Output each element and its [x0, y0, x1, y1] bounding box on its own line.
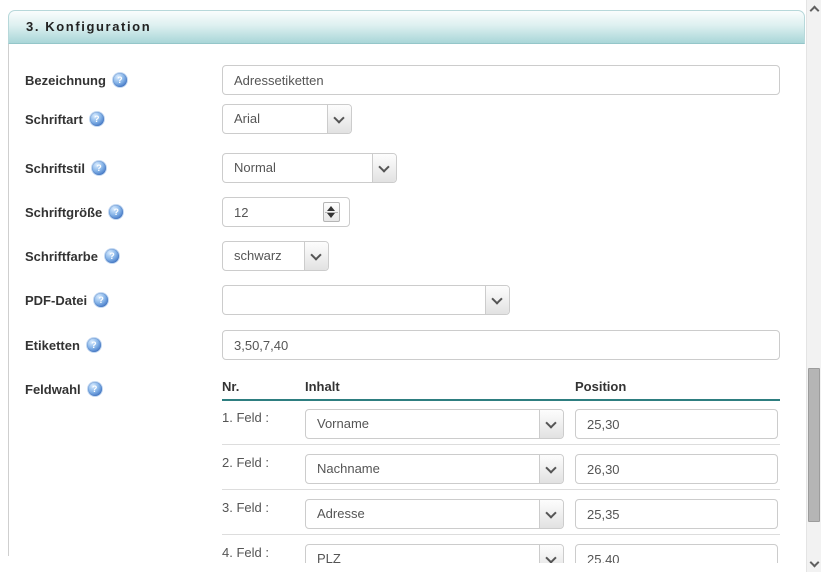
chevron-up-icon	[810, 6, 820, 16]
form-row-schriftart: Schriftart ? Arial	[0, 104, 800, 134]
schriftfarbe-select[interactable]: schwarz	[222, 241, 329, 271]
feld-1-inhalt-value: Vorname	[306, 410, 539, 438]
schriftstil-select[interactable]: Normal	[222, 153, 397, 183]
feldwahl-label-text: Feldwahl	[25, 382, 81, 397]
table-header-underline	[222, 399, 780, 401]
vertical-scrollbar[interactable]	[806, 0, 821, 572]
help-icon[interactable]: ?	[105, 249, 119, 263]
etiketten-label: Etiketten ?	[25, 330, 101, 360]
schriftart-select[interactable]: Arial	[222, 104, 352, 134]
help-icon[interactable]: ?	[88, 382, 102, 396]
form-row-schriftfarbe: Schriftfarbe ? schwarz	[0, 241, 800, 271]
feld-4-inhalt-value: PLZ	[306, 545, 539, 563]
help-icon[interactable]: ?	[87, 338, 101, 352]
feldwahl-label: Feldwahl ?	[25, 374, 102, 404]
form-row-schriftstil: Schriftstil ? Normal	[0, 153, 800, 183]
spinner-up-icon[interactable]	[327, 206, 335, 211]
chevron-down-icon[interactable]	[539, 410, 563, 438]
chevron-down-icon[interactable]	[304, 242, 328, 270]
help-icon[interactable]: ?	[113, 73, 127, 87]
feld-4-inhalt-select[interactable]: PLZ	[305, 544, 564, 563]
help-icon[interactable]: ?	[94, 293, 108, 307]
feld-3-position-input[interactable]	[575, 499, 778, 529]
chevron-down-icon[interactable]	[539, 500, 563, 528]
feld-3-inhalt-value: Adresse	[306, 500, 539, 528]
table-row-2-nr: 2. Feld :	[222, 455, 269, 470]
chevron-down-icon[interactable]	[539, 455, 563, 483]
schriftfarbe-label: Schriftfarbe ?	[25, 241, 119, 271]
scrollbar-down-button[interactable]	[807, 555, 821, 572]
schriftgroesse-label: Schriftgröße ?	[25, 197, 123, 227]
pdf-datei-label: PDF-Datei ?	[25, 285, 108, 315]
table-header-inhalt: Inhalt	[305, 379, 340, 394]
bezeichnung-input[interactable]	[222, 65, 780, 95]
schriftstil-label: Schriftstil ?	[25, 153, 106, 183]
bezeichnung-label: Bezeichnung ?	[25, 65, 127, 95]
bezeichnung-label-text: Bezeichnung	[25, 73, 106, 88]
table-header-nr: Nr.	[222, 379, 239, 394]
schriftstil-select-value: Normal	[223, 154, 372, 182]
pdf-datei-select[interactable]	[222, 285, 510, 315]
spinner-down-icon[interactable]	[327, 213, 335, 218]
schriftstil-label-text: Schriftstil	[25, 161, 85, 176]
form-row-pdf-datei: PDF-Datei ?	[0, 285, 800, 315]
feld-2-position-input[interactable]	[575, 454, 778, 484]
feld-2-inhalt-value: Nachname	[306, 455, 539, 483]
etiketten-input[interactable]	[222, 330, 780, 360]
feld-4-position-input[interactable]	[575, 544, 778, 563]
configuration-page: 3. Konfiguration Bezeichnung ? Schriftar…	[0, 0, 824, 572]
table-row-separator	[222, 444, 780, 445]
scrollbar-up-button[interactable]	[807, 0, 821, 17]
form-row-etiketten: Etiketten ?	[0, 330, 800, 360]
chevron-down-icon[interactable]	[539, 545, 563, 563]
form-area: Bezeichnung ? Schriftart ? Arial Schrift…	[0, 0, 806, 563]
chevron-down-icon[interactable]	[485, 286, 509, 314]
form-row-schriftgroesse: Schriftgröße ?	[0, 197, 800, 227]
schriftart-label: Schriftart ?	[25, 104, 104, 134]
help-icon[interactable]: ?	[109, 205, 123, 219]
form-row-bezeichnung: Bezeichnung ?	[0, 65, 800, 95]
schriftfarbe-select-value: schwarz	[223, 242, 304, 270]
schriftart-select-value: Arial	[223, 105, 327, 133]
feld-1-inhalt-select[interactable]: Vorname	[305, 409, 564, 439]
table-row-3-nr: 3. Feld :	[222, 500, 269, 515]
number-spinner[interactable]	[323, 202, 340, 222]
help-icon[interactable]: ?	[92, 161, 106, 175]
table-row-4-nr: 4. Feld :	[222, 545, 269, 560]
etiketten-label-text: Etiketten	[25, 338, 80, 353]
table-row-1-nr: 1. Feld :	[222, 410, 269, 425]
feld-3-inhalt-select[interactable]: Adresse	[305, 499, 564, 529]
feld-2-inhalt-select[interactable]: Nachname	[305, 454, 564, 484]
chevron-down-icon	[810, 558, 820, 568]
chevron-down-icon[interactable]	[372, 154, 396, 182]
pdf-datei-select-value	[223, 286, 485, 314]
chevron-down-icon[interactable]	[327, 105, 351, 133]
help-icon[interactable]: ?	[90, 112, 104, 126]
table-row-separator	[222, 489, 780, 490]
schriftgroesse-label-text: Schriftgröße	[25, 205, 102, 220]
feld-1-position-input[interactable]	[575, 409, 778, 439]
schriftfarbe-label-text: Schriftfarbe	[25, 249, 98, 264]
schriftart-label-text: Schriftart	[25, 112, 83, 127]
table-row-separator	[222, 534, 780, 535]
table-header-position: Position	[575, 379, 626, 394]
scrollbar-thumb[interactable]	[808, 368, 820, 522]
pdf-datei-label-text: PDF-Datei	[25, 293, 87, 308]
